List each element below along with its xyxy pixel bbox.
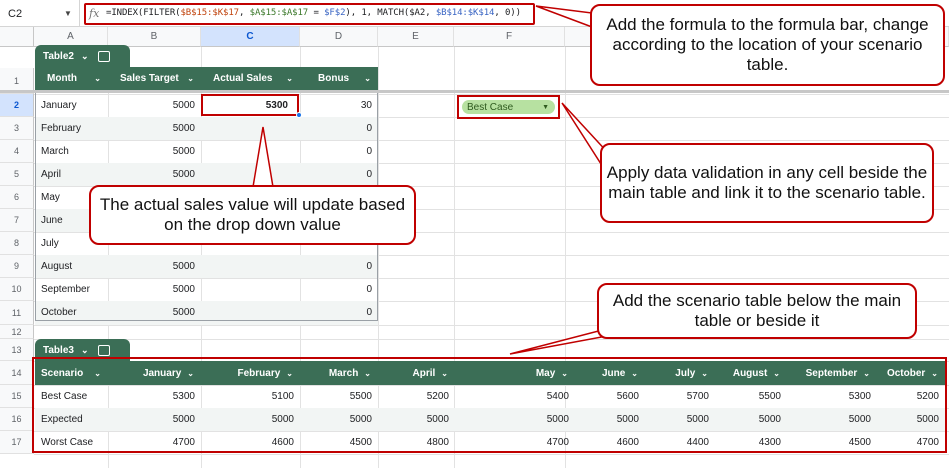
callout-scenario-text: Add the scenario table below the main ta… — [612, 291, 902, 330]
callout-actual-sales: The actual sales value will update based… — [89, 185, 416, 245]
callout-scenario: Add the scenario table below the main ta… — [597, 283, 917, 339]
callout-formula: Add the formula to the formula bar, chan… — [590, 4, 945, 86]
callout-actual-text: The actual sales value will update based… — [99, 195, 406, 234]
callout-validation: Apply data validation in any cell beside… — [600, 143, 934, 223]
connector-actual — [252, 126, 274, 188]
callout-formula-text: Add the formula to the formula bar, chan… — [606, 15, 929, 74]
callout-validation-text: Apply data validation in any cell beside… — [606, 163, 928, 202]
